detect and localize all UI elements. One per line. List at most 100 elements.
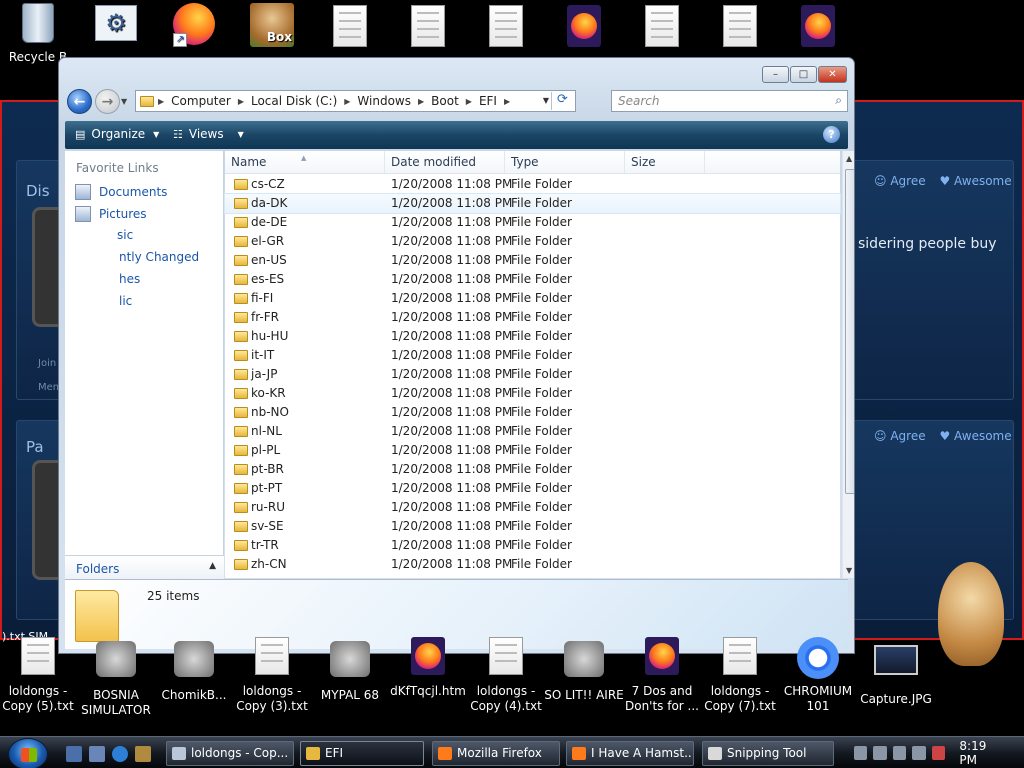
- table-row[interactable]: zh-CN 1/20/2008 11:08 PM File Folder: [225, 555, 840, 574]
- show-desktop-icon[interactable]: [66, 746, 82, 762]
- column-header-date[interactable]: Date modified: [385, 151, 505, 174]
- column-header-name[interactable]: Name ▲: [225, 151, 385, 174]
- table-row[interactable]: ko-KR 1/20/2008 11:08 PM File Folder: [225, 384, 840, 403]
- nav-link-music[interactable]: sic: [117, 228, 133, 242]
- scroll-down-icon[interactable]: ▼: [846, 566, 852, 575]
- chevron-right-icon[interactable]: ▶: [158, 97, 164, 106]
- switch-windows-icon[interactable]: [89, 746, 105, 762]
- nav-link-recently-changed[interactable]: ntly Changed: [119, 250, 199, 264]
- table-row[interactable]: da-DK 1/20/2008 11:08 PM File Folder: [224, 193, 841, 214]
- views-icon: ☷: [173, 127, 183, 141]
- hamster-quicklaunch-icon[interactable]: [135, 746, 151, 762]
- table-row[interactable]: pt-BR 1/20/2008 11:08 PM File Folder: [225, 460, 840, 479]
- start-button[interactable]: [8, 738, 48, 768]
- firefox-icon: ↗: [171, 3, 217, 47]
- table-row[interactable]: de-DE 1/20/2008 11:08 PM File Folder: [225, 213, 840, 232]
- table-row[interactable]: en-US 1/20/2008 11:08 PM File Folder: [225, 251, 840, 270]
- file-date: 1/20/2008 11:08 PM: [391, 177, 513, 191]
- column-label: Name: [231, 155, 267, 169]
- table-row[interactable]: ja-JP 1/20/2008 11:08 PM File Folder: [225, 365, 840, 384]
- scroll-up-icon[interactable]: ▲: [846, 154, 852, 163]
- address-dropdown-icon[interactable]: ▼: [543, 96, 549, 105]
- views-button[interactable]: ☷ Views ▼: [173, 127, 244, 141]
- awesome-reaction[interactable]: ♥ Awesome: [939, 174, 1011, 188]
- table-row[interactable]: fr-FR 1/20/2008 11:08 PM File Folder: [225, 308, 840, 327]
- search-placeholder: Search: [618, 94, 660, 108]
- agree-reaction[interactable]: ☺ Agree: [874, 429, 926, 443]
- tray-icon[interactable]: [854, 746, 868, 760]
- breadcrumb-windows[interactable]: Windows: [357, 94, 411, 108]
- file-date: 1/20/2008 11:08 PM: [391, 405, 513, 419]
- table-row[interactable]: nb-NO 1/20/2008 11:08 PM File Folder: [225, 403, 840, 422]
- taskbar-button[interactable]: EFI: [300, 741, 424, 766]
- taskbar-button[interactable]: Snipping Tool: [702, 741, 834, 766]
- refresh-icon[interactable]: ⟳: [551, 92, 573, 110]
- chevron-right-icon[interactable]: ▶: [238, 97, 244, 106]
- table-row[interactable]: el-GR 1/20/2008 11:08 PM File Folder: [225, 232, 840, 251]
- task-app-icon: [306, 747, 320, 760]
- table-row[interactable]: pl-PL 1/20/2008 11:08 PM File Folder: [225, 441, 840, 460]
- firefox-document-icon: [795, 5, 841, 49]
- table-row[interactable]: fi-FI 1/20/2008 11:08 PM File Folder: [225, 289, 840, 308]
- table-row[interactable]: pt-PT 1/20/2008 11:08 PM File Folder: [225, 479, 840, 498]
- breadcrumb-local-disk[interactable]: Local Disk (C:): [251, 94, 337, 108]
- help-button[interactable]: ?: [823, 126, 840, 143]
- column-header-size[interactable]: Size: [625, 151, 705, 174]
- forward-button[interactable]: →: [95, 89, 120, 114]
- agree-reaction[interactable]: ☺ Agree: [874, 174, 926, 188]
- vertical-scrollbar[interactable]: ▲ ▼: [842, 151, 854, 578]
- desktop-icon[interactable]: Capture.JPG: [850, 637, 942, 707]
- clock[interactable]: 8:19 PM: [959, 739, 1006, 767]
- search-input[interactable]: Search ⌕: [611, 90, 848, 112]
- tray-icon[interactable]: [873, 746, 887, 760]
- file-type: File Folder: [511, 272, 572, 286]
- nav-link-searches[interactable]: hes: [119, 272, 140, 286]
- tray-icon[interactable]: [892, 746, 907, 760]
- file-type: File Folder: [511, 215, 572, 229]
- column-header-type[interactable]: Type: [505, 151, 625, 174]
- network-icon[interactable]: [912, 746, 926, 760]
- table-row[interactable]: sv-SE 1/20/2008 11:08 PM File Folder: [225, 517, 840, 536]
- awesome-label: Awesome: [954, 429, 1012, 443]
- breadcrumb[interactable]: ▶ Computer ▶ Local Disk (C:) ▶ Windows ▶…: [135, 90, 576, 112]
- taskbar-button[interactable]: Mozilla Firefox: [432, 741, 560, 766]
- table-row[interactable]: tr-TR 1/20/2008 11:08 PM File Folder: [225, 536, 840, 555]
- desktop-icon-firefox-html[interactable]: [772, 5, 864, 52]
- table-row[interactable]: hu-HU 1/20/2008 11:08 PM File Folder: [225, 327, 840, 346]
- nav-link-public[interactable]: lic: [119, 294, 132, 308]
- chevron-right-icon[interactable]: ▶: [344, 97, 350, 106]
- minimize-button[interactable]: –: [762, 66, 789, 83]
- back-button[interactable]: ←: [67, 89, 92, 114]
- agree-label: Agree: [890, 174, 926, 188]
- windows-logo-icon: [21, 748, 37, 762]
- table-row[interactable]: nl-NL 1/20/2008 11:08 PM File Folder: [225, 422, 840, 441]
- awesome-reaction[interactable]: ♥ Awesome: [939, 429, 1011, 443]
- table-row[interactable]: ru-RU 1/20/2008 11:08 PM File Folder: [225, 498, 840, 517]
- table-row[interactable]: cs-CZ 1/20/2008 11:08 PM File Folder: [225, 175, 840, 194]
- application-icon: [561, 641, 607, 685]
- recent-pages-dropdown[interactable]: ▼: [121, 97, 127, 106]
- organize-button[interactable]: ▤ Organize ▼: [75, 127, 159, 141]
- search-icon[interactable]: ⌕: [835, 93, 842, 108]
- volume-muted-icon[interactable]: [931, 746, 946, 760]
- chevron-right-icon[interactable]: ▶: [418, 97, 424, 106]
- file-type: File Folder: [511, 196, 572, 210]
- nav-link-documents[interactable]: Documents: [75, 184, 167, 200]
- table-row[interactable]: es-ES 1/20/2008 11:08 PM File Folder: [225, 270, 840, 289]
- breadcrumb-boot[interactable]: Boot: [431, 94, 459, 108]
- internet-explorer-icon[interactable]: [112, 746, 128, 762]
- chevron-right-icon[interactable]: ▶: [504, 97, 510, 106]
- breadcrumb-efi[interactable]: EFI: [479, 94, 497, 108]
- breadcrumb-computer[interactable]: Computer: [171, 94, 231, 108]
- chevron-right-icon[interactable]: ▶: [466, 97, 472, 106]
- close-button[interactable]: ✕: [818, 66, 847, 83]
- taskbar-button[interactable]: I Have A Hamst...: [566, 741, 694, 766]
- scrollbar-thumb[interactable]: [845, 169, 854, 494]
- nav-link-pictures[interactable]: Pictures: [75, 206, 147, 222]
- folders-toggle[interactable]: Folders ▲: [65, 555, 224, 579]
- maximize-button[interactable]: □: [790, 66, 817, 83]
- address-bar-row: ← → ▼ ▶ Computer ▶ Local Disk (C:) ▶ Win…: [65, 87, 848, 115]
- table-row[interactable]: it-IT 1/20/2008 11:08 PM File Folder: [225, 346, 840, 365]
- taskbar-button[interactable]: loldongs - Cop...: [166, 741, 294, 766]
- post-snippet: sidering people buy: [858, 236, 997, 252]
